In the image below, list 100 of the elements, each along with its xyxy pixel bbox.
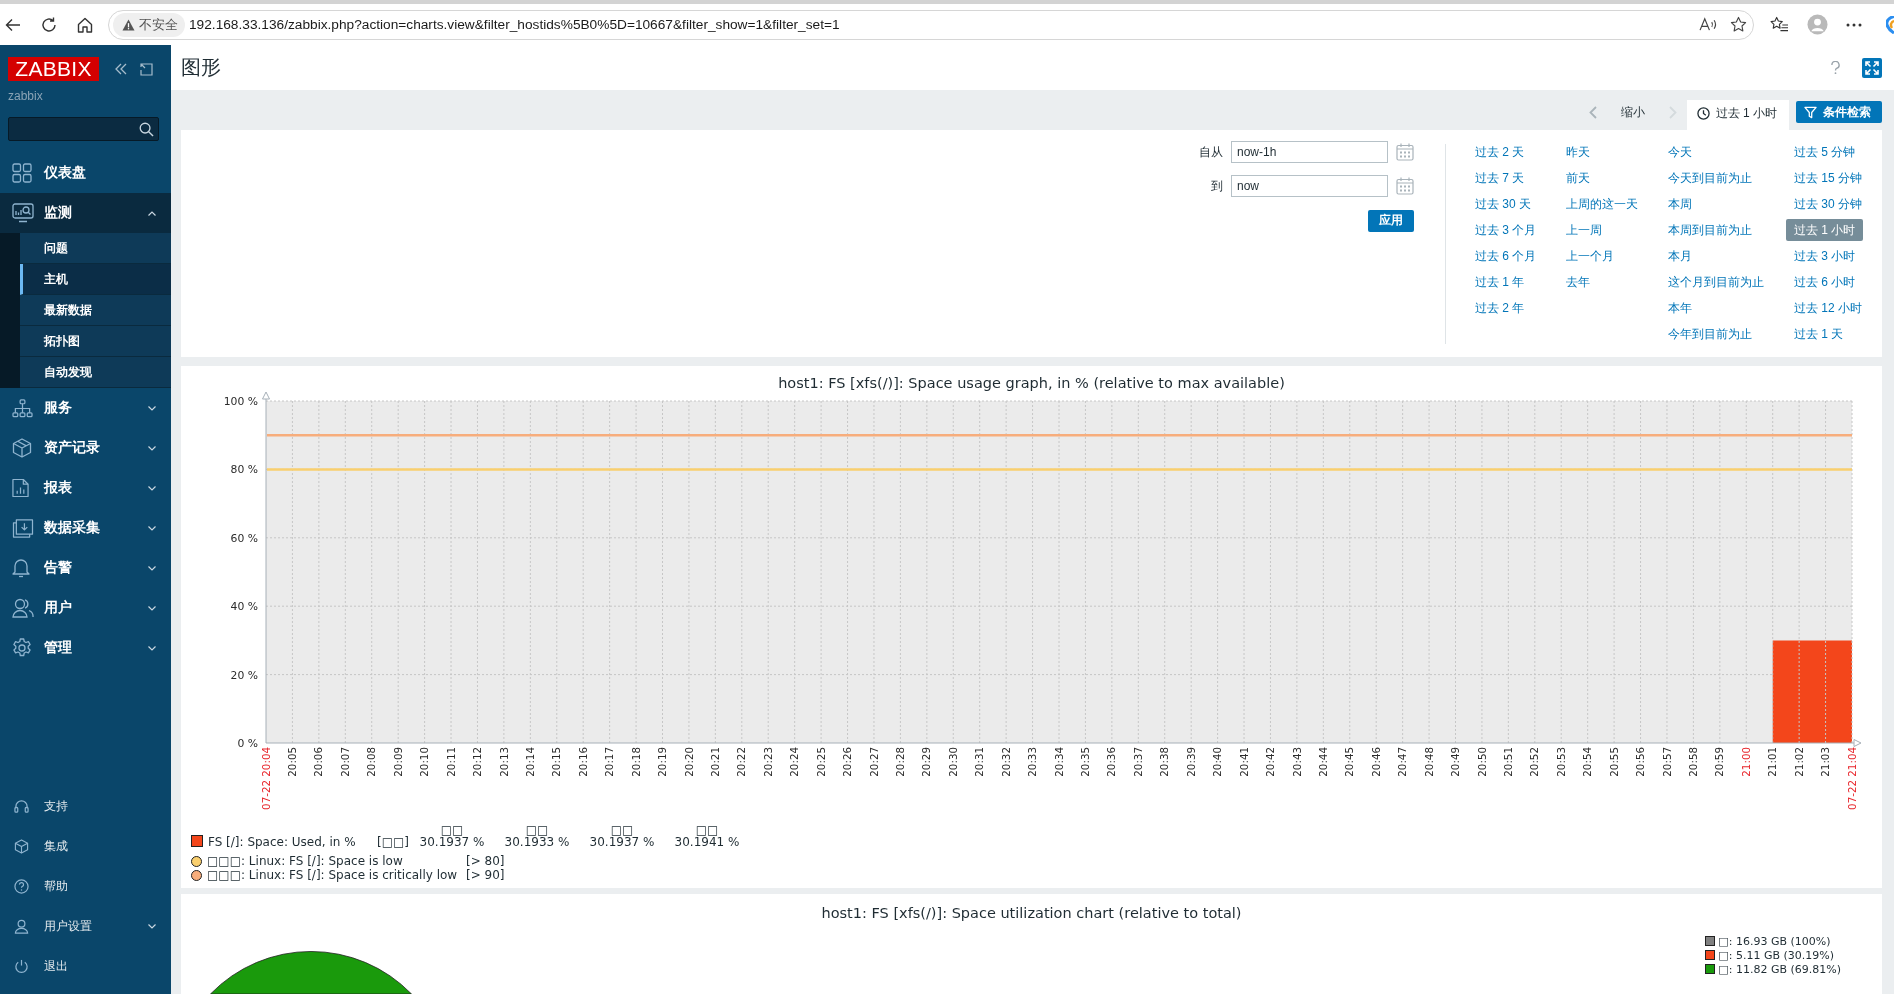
menu-item[interactable]: 报表 xyxy=(0,468,171,508)
quick-range-link[interactable]: 过去 15 分钟 xyxy=(1786,167,1870,189)
to-field[interactable]: now xyxy=(1231,175,1388,197)
zoom-out-button[interactable]: 缩小 xyxy=(1620,103,1645,121)
x-axis-label: 20:24 xyxy=(788,747,801,777)
x-axis-label: 20:55 xyxy=(1607,747,1620,777)
menu-label: 用户 xyxy=(44,599,72,617)
gear-icon xyxy=(12,638,32,658)
server-name: zabbix xyxy=(7,89,44,103)
menu-label: 帮助 xyxy=(44,877,68,895)
legend-function: [□□] xyxy=(377,836,411,848)
from-field[interactable]: now-1h xyxy=(1231,141,1388,163)
apply-button[interactable]: 应用 xyxy=(1368,209,1414,232)
help-icon[interactable] xyxy=(1831,60,1840,75)
zabbix-logo[interactable]: ZABBIX xyxy=(8,57,99,81)
x-axis-label: 20:31 xyxy=(973,747,986,777)
time-range-tab[interactable]: 过去 1 小时 xyxy=(1686,100,1789,130)
quick-range-link[interactable]: 去年 xyxy=(1558,271,1598,293)
submenu-item[interactable]: 主机 xyxy=(20,264,171,295)
read-aloud-icon[interactable] xyxy=(1699,17,1718,32)
quick-range-link[interactable]: 过去 2 天 xyxy=(1467,141,1533,163)
search-icon[interactable] xyxy=(139,121,154,137)
x-axis-label: 20:29 xyxy=(920,747,933,777)
quick-range-link[interactable]: 本月 xyxy=(1660,245,1700,267)
chevron-icon xyxy=(148,605,156,611)
x-axis-label: 20:13 xyxy=(497,747,510,777)
submenu-item[interactable]: 拓扑图 xyxy=(20,326,171,357)
menu-item[interactable]: 管理 xyxy=(0,628,171,668)
quick-range-link[interactable]: 本周到目前为止 xyxy=(1660,219,1760,241)
app-logo-icon[interactable] xyxy=(1886,15,1894,34)
menu-item[interactable]: 支持 xyxy=(0,786,171,826)
search-field[interactable] xyxy=(8,117,159,141)
menu-item[interactable]: 资产记录 xyxy=(0,428,171,468)
submenu-item[interactable]: 问题 xyxy=(20,233,171,264)
menu-item[interactable]: 集成 xyxy=(0,826,171,866)
quick-range-link[interactable]: 过去 1 天 xyxy=(1786,323,1852,345)
quick-range-link[interactable]: 过去 3 小时 xyxy=(1786,245,1864,267)
x-axis-label: 20:37 xyxy=(1131,747,1144,777)
x-axis-label: 20:10 xyxy=(418,747,431,777)
x-axis-label: 20:36 xyxy=(1105,747,1118,777)
menu-item[interactable]: 告警 xyxy=(0,548,171,588)
menu-item[interactable]: 服务 xyxy=(0,388,171,428)
x-axis-label: 20:20 xyxy=(682,747,695,777)
grid-icon xyxy=(12,163,32,183)
more-icon[interactable] xyxy=(1846,22,1862,27)
quick-range-link[interactable]: 前天 xyxy=(1558,167,1598,189)
collapse-icon[interactable] xyxy=(115,63,127,75)
x-axis-label: 20:27 xyxy=(867,747,880,777)
fullscreen-button[interactable] xyxy=(1862,57,1882,78)
x-axis-label: 21:02 xyxy=(1792,747,1805,777)
refresh-icon[interactable] xyxy=(40,15,58,34)
quick-range-link[interactable]: 过去 2 年 xyxy=(1467,297,1533,319)
menu-item[interactable]: 帮助 xyxy=(0,866,171,906)
quick-range-link[interactable]: 昨天 xyxy=(1558,141,1598,163)
filter-tab[interactable]: 条件检索 xyxy=(1796,101,1882,123)
stat-header: □□ xyxy=(525,824,549,836)
security-chip[interactable]: 不安全 xyxy=(113,12,185,37)
quick-range-link[interactable]: 这个月到目前为止 xyxy=(1660,271,1772,293)
menu-item[interactable]: 仪表盘 xyxy=(0,153,171,193)
x-axis-label: 20:46 xyxy=(1369,747,1382,777)
quick-range-link[interactable]: 过去 6 个月 xyxy=(1467,245,1545,267)
stat-value: 30.1937 % xyxy=(419,836,485,848)
stat-header: □□ xyxy=(440,824,464,836)
quick-range-link[interactable]: 过去 12 小时 xyxy=(1786,297,1870,319)
menu-item[interactable]: 监测 xyxy=(0,193,171,233)
quick-range-link[interactable]: 上一个月 xyxy=(1558,245,1622,267)
x-axis-label: 20:25 xyxy=(814,747,827,777)
quick-range-link[interactable]: 过去 7 天 xyxy=(1467,167,1533,189)
menu-item[interactable]: 数据采集 xyxy=(0,508,171,548)
quick-range-link[interactable]: 过去 30 天 xyxy=(1467,193,1539,215)
favorites-icon[interactable] xyxy=(1770,16,1789,33)
quick-range-link[interactable]: 过去 6 小时 xyxy=(1786,271,1864,293)
menu-item[interactable]: 退出 xyxy=(0,946,171,986)
x-axis-label: 20:14 xyxy=(523,747,536,777)
menu-item[interactable]: 用户 xyxy=(0,588,171,628)
submenu-item[interactable]: 最新数据 xyxy=(20,295,171,326)
menu-label: 集成 xyxy=(44,837,68,855)
x-axis-label: 07-22 21:04 xyxy=(1845,747,1858,810)
quick-range-link[interactable]: 上一周 xyxy=(1558,219,1610,241)
quick-range-link[interactable]: 上周的这一天 xyxy=(1558,193,1646,215)
x-axis-label: 20:42 xyxy=(1264,747,1277,777)
x-axis-label: 20:06 xyxy=(312,747,325,777)
quick-range-link[interactable]: 本年 xyxy=(1660,297,1700,319)
quick-range-link[interactable]: 今年到目前为止 xyxy=(1660,323,1760,345)
quick-range-link[interactable]: 过去 30 分钟 xyxy=(1786,193,1870,215)
home-icon[interactable] xyxy=(76,15,94,34)
menu-item[interactable]: 用户设置 xyxy=(0,906,171,946)
quick-range-link[interactable]: 过去 1 年 xyxy=(1467,271,1533,293)
star-icon[interactable] xyxy=(1730,16,1747,33)
quick-range-link[interactable]: 今天到目前为止 xyxy=(1660,167,1760,189)
quick-range-link[interactable]: 过去 5 分钟 xyxy=(1786,141,1864,163)
quick-range-link[interactable]: 今天 xyxy=(1660,141,1700,163)
x-axis-label: 20:53 xyxy=(1554,747,1567,777)
quick-range-link[interactable]: 过去 1 小时 xyxy=(1786,219,1864,241)
kiosk-icon[interactable] xyxy=(140,62,153,76)
security-label: 不安全 xyxy=(139,15,178,34)
submenu-item[interactable]: 自动发现 xyxy=(20,357,171,388)
x-axis-label: 20:59 xyxy=(1713,747,1726,777)
quick-range-link[interactable]: 本周 xyxy=(1660,193,1700,215)
quick-range-link[interactable]: 过去 3 个月 xyxy=(1467,219,1545,241)
